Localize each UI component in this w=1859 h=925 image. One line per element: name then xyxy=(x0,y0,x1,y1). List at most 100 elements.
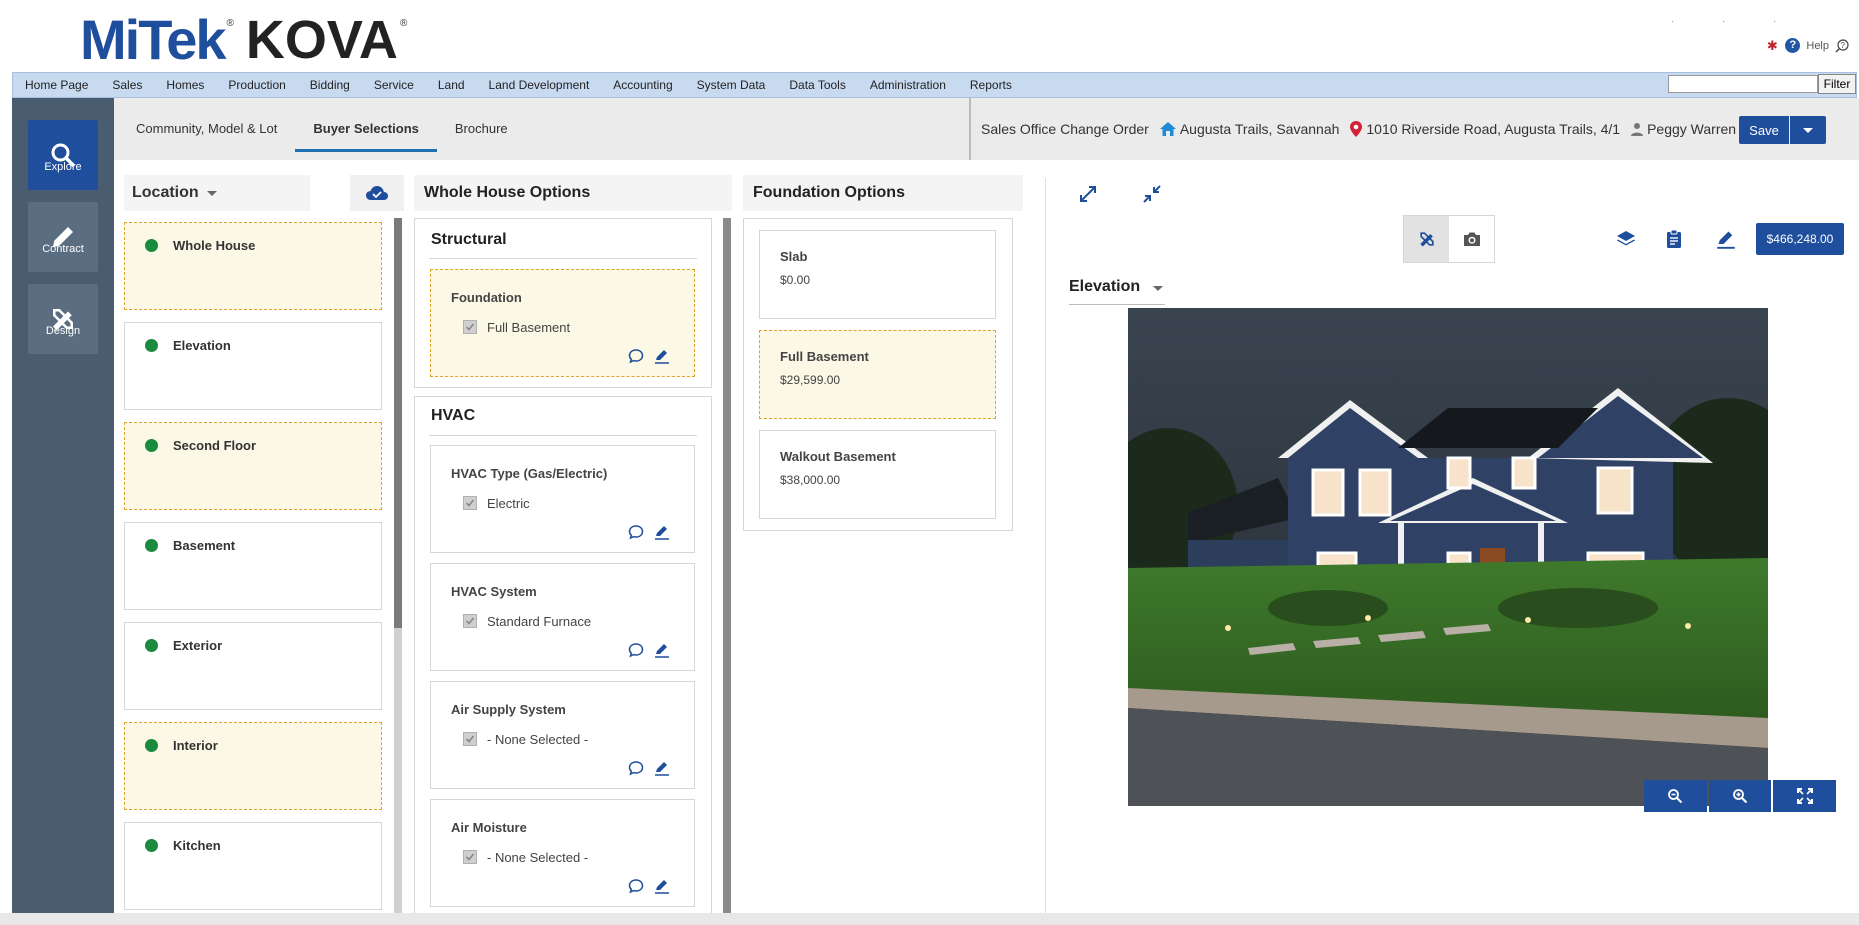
zoom-out-button[interactable] xyxy=(1644,780,1707,812)
menu-land[interactable]: Land xyxy=(426,73,477,97)
tab-buyer-selections[interactable]: Buyer Selections xyxy=(295,98,437,160)
design-view-button[interactable] xyxy=(1404,216,1449,262)
edit-icon[interactable] xyxy=(654,524,670,540)
menu-homes[interactable]: Homes xyxy=(154,73,216,97)
help-icon[interactable]: ? xyxy=(1785,38,1800,53)
help-link[interactable]: Help xyxy=(1806,40,1829,52)
contract-button[interactable] xyxy=(28,202,98,272)
tab-community-model-lot[interactable]: Community, Model & Lot xyxy=(118,98,295,160)
option-title: HVAC Type (Gas/Electric) xyxy=(451,466,607,481)
location-name: Exterior xyxy=(173,638,222,653)
group-title: HVAC xyxy=(431,407,475,425)
option-card-foundation[interactable]: Foundation Full Basement xyxy=(430,269,695,377)
location-card-whole-house[interactable]: Whole House xyxy=(124,222,382,310)
order-type: Sales Office Change Order xyxy=(981,121,1149,137)
foundation-price: $29,599.00 xyxy=(780,373,840,387)
location-name: Kitchen xyxy=(173,838,221,853)
comment-icon[interactable] xyxy=(628,348,644,364)
option-actions xyxy=(628,524,670,540)
menu-administration[interactable]: Administration xyxy=(858,73,958,97)
comment-icon[interactable] xyxy=(628,878,644,894)
option-checkbox[interactable] xyxy=(463,850,477,864)
scrollbar-thumb[interactable] xyxy=(723,218,731,913)
menu-home-page[interactable]: Home Page xyxy=(13,73,100,97)
location-dropdown[interactable]: Location xyxy=(124,175,310,211)
option-checkbox[interactable] xyxy=(463,614,477,628)
elevation-dropdown[interactable]: Elevation xyxy=(1069,278,1165,305)
expand-button[interactable] xyxy=(1074,180,1102,208)
foundation-title: Slab xyxy=(780,249,807,264)
design-label: Design xyxy=(12,325,114,337)
save-button[interactable]: Save xyxy=(1739,116,1789,144)
edit-icon[interactable] xyxy=(654,878,670,894)
location-card-interior[interactable]: Interior xyxy=(124,722,382,810)
bug-icon[interactable]: ✱ xyxy=(1765,39,1779,53)
save-dropdown-button[interactable] xyxy=(1790,116,1826,144)
clipboard-icon xyxy=(1665,229,1683,249)
fullscreen-button[interactable] xyxy=(1773,780,1836,812)
layers-button[interactable] xyxy=(1612,225,1640,253)
foundation-card-slab[interactable]: Slab $0.00 xyxy=(759,230,996,319)
option-checkbox[interactable] xyxy=(463,320,477,334)
tab-brochure[interactable]: Brochure xyxy=(437,98,526,160)
location-card-exterior[interactable]: Exterior xyxy=(124,622,382,710)
menu-bidding[interactable]: Bidding xyxy=(298,73,362,97)
comment-icon[interactable] xyxy=(628,642,644,658)
foundation-card-full-basement[interactable]: Full Basement $29,599.00 xyxy=(759,330,996,419)
menu-sales[interactable]: Sales xyxy=(100,73,154,97)
selected-dot xyxy=(145,639,158,652)
whole-house-options-header: Whole House Options xyxy=(414,175,732,211)
clipboard-button[interactable] xyxy=(1660,225,1688,253)
menu-production[interactable]: Production xyxy=(216,73,297,97)
option-checkbox[interactable] xyxy=(463,496,477,510)
collapse-button[interactable] xyxy=(1138,180,1166,208)
cloud-sync-button[interactable] xyxy=(350,175,404,211)
comment-icon[interactable] xyxy=(628,760,644,776)
location-card-basement[interactable]: Basement xyxy=(124,522,382,610)
option-card-hvac-type[interactable]: HVAC Type (Gas/Electric) Electric xyxy=(430,445,695,553)
location-card-elevation[interactable]: Elevation xyxy=(124,322,382,410)
location-name: Interior xyxy=(173,738,218,753)
menu-service[interactable]: Service xyxy=(362,73,426,97)
menu-land-development[interactable]: Land Development xyxy=(477,73,602,97)
design-button[interactable] xyxy=(28,284,98,354)
edit-icon[interactable] xyxy=(654,348,670,364)
map-pin-icon xyxy=(1349,120,1363,138)
filter-input[interactable] xyxy=(1668,75,1818,93)
location-card-kitchen[interactable]: Kitchen xyxy=(124,822,382,910)
hvac-group: HVAC HVAC Type (Gas/Electric) Electric H… xyxy=(414,396,712,913)
layers-icon xyxy=(1616,229,1636,249)
option-checkbox[interactable] xyxy=(463,732,477,746)
order-buyer: Peggy Warren xyxy=(1630,121,1736,137)
foundation-card-walkout-basement[interactable]: Walkout Basement $38,000.00 xyxy=(759,430,996,519)
menu-system-data[interactable]: System Data xyxy=(685,73,778,97)
menu-reports[interactable]: Reports xyxy=(958,73,1024,97)
menu-accounting[interactable]: Accounting xyxy=(601,73,684,97)
explore-button[interactable] xyxy=(28,120,98,190)
filter-button[interactable]: Filter xyxy=(1818,74,1856,94)
option-card-air-supply-system[interactable]: Air Supply System - None Selected - xyxy=(430,681,695,789)
option-title: Foundation xyxy=(451,290,522,305)
scrollbar-thumb[interactable] xyxy=(394,218,402,628)
menu-data-tools[interactable]: Data Tools xyxy=(777,73,857,97)
option-value: Electric xyxy=(487,496,530,511)
comment-icon[interactable] xyxy=(628,524,644,540)
option-card-hvac-system[interactable]: HVAC System Standard Furnace xyxy=(430,563,695,671)
fullscreen-icon xyxy=(1797,788,1813,804)
location-scrollbar[interactable] xyxy=(394,218,402,913)
location-card-second-floor[interactable]: Second Floor xyxy=(124,422,382,510)
check-icon xyxy=(465,498,475,508)
total-price-badge[interactable]: $466,248.00 xyxy=(1756,223,1844,255)
options-scrollbar[interactable] xyxy=(723,218,731,913)
edit-icon[interactable] xyxy=(654,760,670,776)
edit-button[interactable] xyxy=(1712,225,1740,253)
lot-address: 1010 Riverside Road, Augusta Trails, 4/1 xyxy=(1366,121,1620,137)
edit-icon[interactable] xyxy=(654,642,670,658)
option-card-air-moisture[interactable]: Air Moisture - None Selected - xyxy=(430,799,695,907)
photo-view-button[interactable] xyxy=(1449,216,1494,262)
foundation-options-panel: Slab $0.00 Full Basement $29,599.00 Walk… xyxy=(743,218,1013,531)
zoom-in-button[interactable] xyxy=(1709,780,1772,812)
foundation-title: Walkout Basement xyxy=(780,449,896,464)
window-dot: · xyxy=(1773,16,1776,27)
help-context-icon[interactable]: ? xyxy=(1835,39,1849,53)
